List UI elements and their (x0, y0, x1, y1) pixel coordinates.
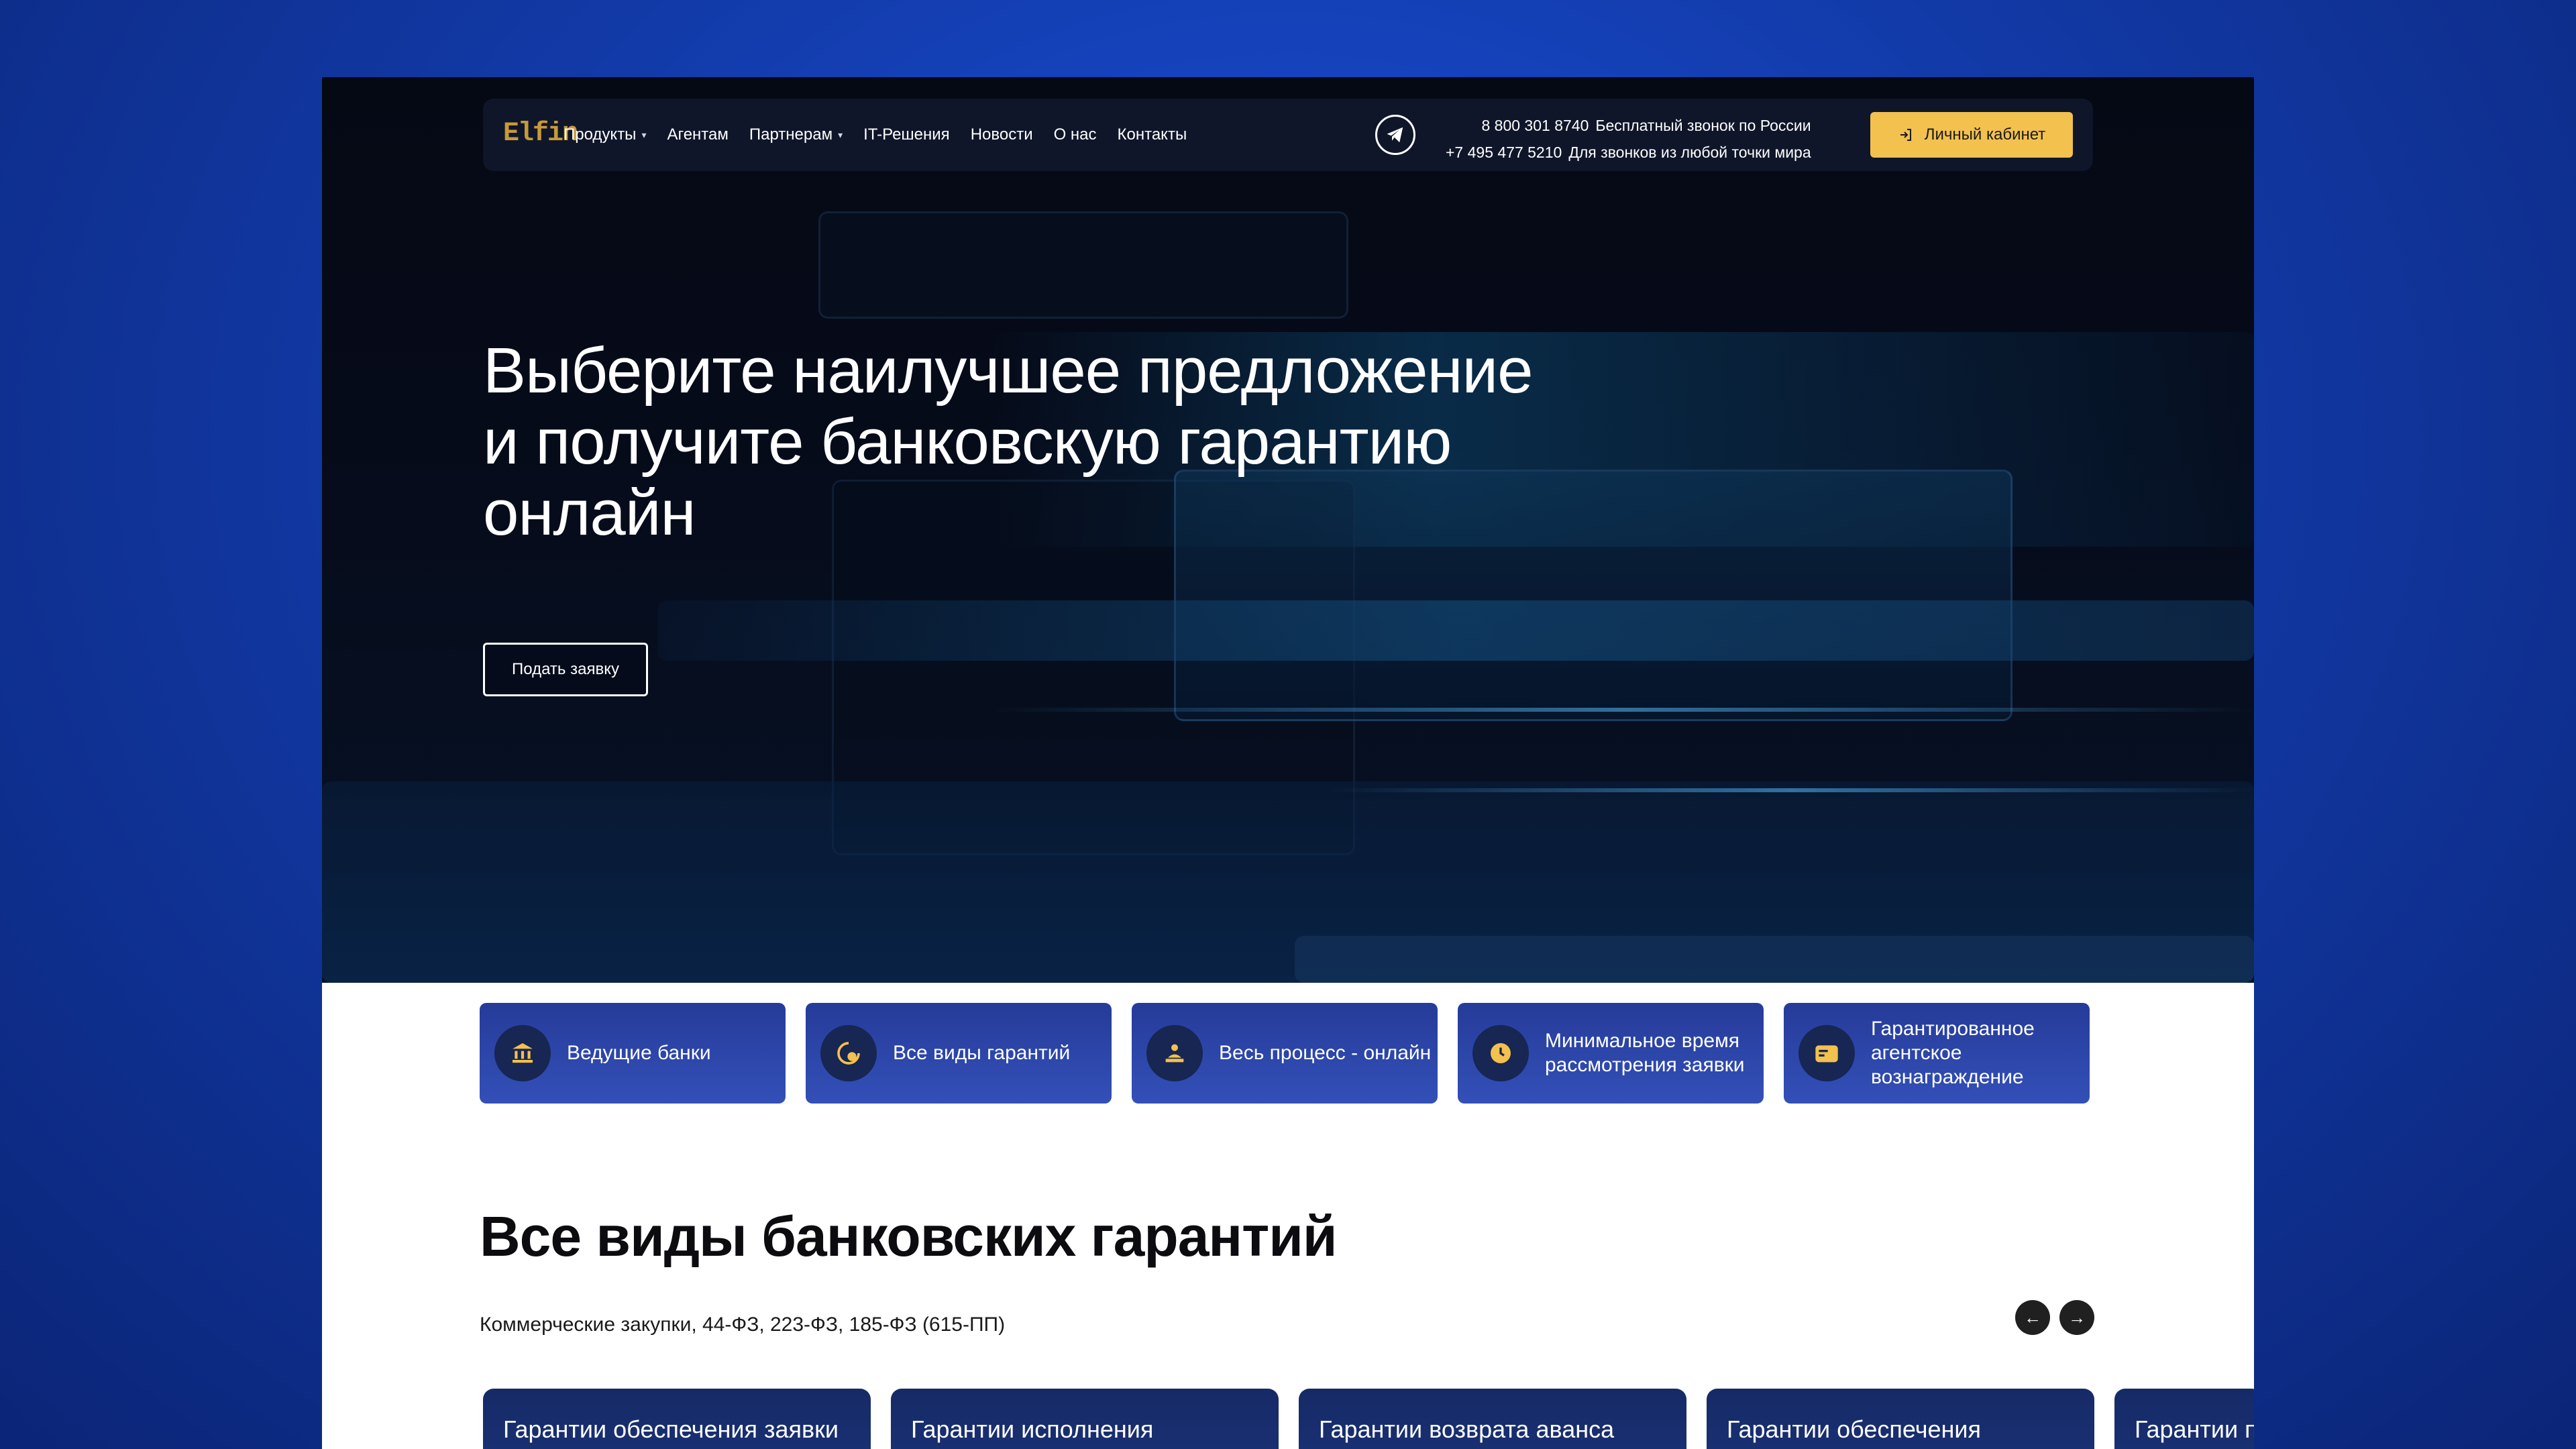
arrow-left-icon[interactable]: ← (2015, 1300, 2050, 1335)
guarantee-card[interactable]: Гарантии обеспечения (1707, 1389, 2094, 1449)
nav-item-news[interactable]: Новости (971, 125, 1033, 144)
telegram-icon[interactable] (1375, 115, 1415, 155)
feature-card[interactable]: Все виды гарантий (806, 1003, 1112, 1104)
nav-item-partners[interactable]: Партнерам ▾ (749, 125, 843, 144)
phone-row-russia: 8 800 301 8740 Бесплатный звонок по Росси… (1446, 112, 1811, 139)
phone-note: Для звонков из любой точки мира (1568, 144, 1811, 161)
nav-item-agents[interactable]: Агентам (667, 125, 728, 144)
apply-button[interactable]: Подать заявку (483, 643, 648, 696)
features-row: Ведущие банки Все виды гарантий Весь про… (480, 1003, 2090, 1104)
online-process-icon (1146, 1025, 1203, 1081)
hero-title: Выберите наилучшее предложение и получит… (483, 335, 1534, 549)
guarantee-card[interactable]: Гарантии исполнения (891, 1389, 1279, 1449)
feature-card[interactable]: Гарантированное агентское вознаграждение (1784, 1003, 2090, 1104)
browser-viewport: Elfin Продукты ▾ Агентам Партнерам ▾ IT-Ре… (322, 77, 2254, 1449)
nav-item-about[interactable]: О нас (1054, 125, 1097, 144)
guarantee-icon (820, 1025, 877, 1081)
section-subtitle: Коммерческие закупки, 44-ФЗ, 223-ФЗ, 185… (480, 1313, 1006, 1336)
arrow-right-icon[interactable]: → (2059, 1300, 2094, 1335)
hero-section: Elfin Продукты ▾ Агентам Партнерам ▾ IT-Ре… (322, 77, 2254, 983)
phone-number[interactable]: +7 495 477 5210 (1446, 144, 1562, 161)
main-menu: Продукты ▾ Агентам Партнерам ▾ IT-Решения … (564, 99, 1208, 171)
top-navbar: Elfin Продукты ▾ Агентам Партнерам ▾ IT-Ре… (483, 99, 2093, 171)
guarantee-card[interactable]: Гарантии возврата аванса (1299, 1389, 1686, 1449)
wallet-icon (1799, 1025, 1855, 1081)
feature-card[interactable]: Минимальное время рассмотрения заявки (1458, 1003, 1764, 1104)
phone-row-world: +7 495 477 5210 Для звонков из любой точк… (1446, 139, 1811, 166)
phone-number[interactable]: 8 800 301 8740 (1481, 117, 1589, 134)
nav-item-products[interactable]: Продукты ▾ (564, 125, 646, 144)
phone-block: 8 800 301 8740 Бесплатный звонок по Росси… (1446, 112, 1811, 166)
bank-icon (494, 1025, 551, 1081)
guarantee-card[interactable]: Гарантии п (2114, 1389, 2254, 1449)
guarantee-cards: Гарантии обеспечения заявки Гарантии исп… (483, 1389, 2254, 1449)
clock-icon (1472, 1025, 1529, 1081)
login-icon (1900, 129, 1911, 141)
feature-card[interactable]: Ведущие банки (480, 1003, 786, 1104)
chevron-down-icon: ▾ (838, 129, 843, 140)
feature-card[interactable]: Весь процесс - онлайн (1132, 1003, 1438, 1104)
nav-item-contacts[interactable]: Контакты (1118, 125, 1187, 144)
phone-note: Бесплатный звонок по России (1595, 117, 1811, 134)
section-title: Все виды банковских гарантий (480, 1205, 1338, 1268)
chevron-down-icon: ▾ (641, 129, 647, 140)
personal-account-button[interactable]: Личный кабинет (1870, 112, 2073, 158)
nav-item-it-solutions[interactable]: IT-Решения (863, 125, 950, 144)
guarantee-card[interactable]: Гарантии обеспечения заявки (483, 1389, 871, 1449)
carousel-controls: ← → (2015, 1300, 2094, 1335)
